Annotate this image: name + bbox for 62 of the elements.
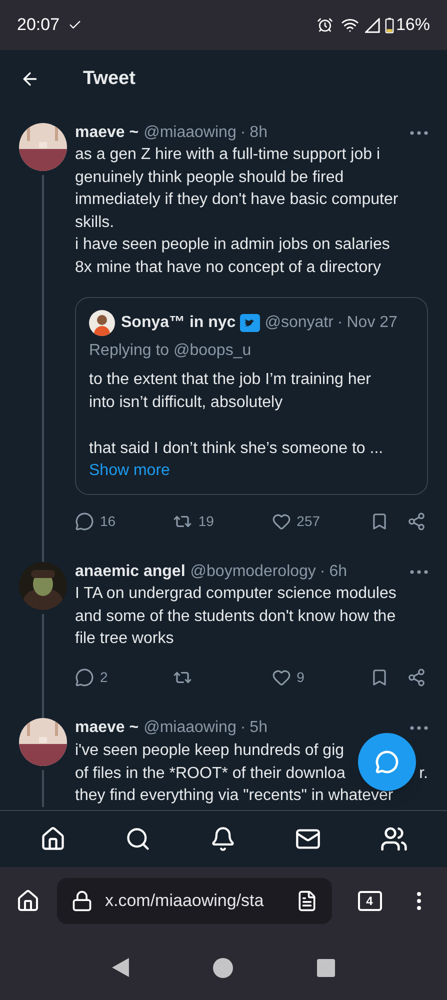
tweet-text-line: of files in the *ROOT* of their downloa — [75, 764, 346, 784]
share-icon[interactable] — [406, 512, 426, 531]
tweet-text-line: they find everything via "recents" in whatever — [75, 786, 394, 806]
bell-icon[interactable] — [210, 826, 236, 852]
display-name: Sonya™ in nyc — [121, 313, 236, 333]
tweet-text-line: i've seen people keep hundreds of gig — [75, 741, 344, 762]
recents-nav-button[interactable] — [317, 958, 335, 976]
signal-icon — [364, 18, 380, 32]
back-nav-icon[interactable] — [112, 958, 129, 977]
chat-bubble-icon — [375, 750, 399, 774]
more-icon[interactable] — [410, 726, 428, 730]
share-icon[interactable] — [406, 668, 426, 686]
timestamp: 6h — [329, 562, 348, 582]
more-icon[interactable] — [410, 570, 428, 574]
like-count: 257 — [296, 512, 320, 531]
url-text: x.com/miaaowing/sta — [105, 890, 264, 912]
tweet-text: as a gen Z hire with a full-time support job i genuinely think people should be fired immediately if they don't have basic computer skills. i have seen people in admin jobs on salaries 8x mine that have no concept of a directory — [75, 145, 400, 278]
timestamp: 5h — [250, 718, 268, 738]
separator-dot: · — [320, 562, 326, 582]
tweet-text-fragment: r. — [419, 764, 428, 784]
reply-icon[interactable] — [75, 668, 94, 686]
tweet-text: I TA on undergrad computer science modules and some of the students don't know how the file tree works — [75, 584, 398, 649]
retweet-count: 19 — [198, 512, 214, 531]
user-handle[interactable]: @boymoderology — [190, 561, 316, 583]
bird-badge-icon — [240, 313, 260, 333]
lock-icon — [71, 890, 93, 912]
battery-icon — [384, 16, 394, 34]
user-handle[interactable]: @miaaowing — [144, 716, 236, 738]
timestamp: 8h — [250, 123, 268, 143]
reply-count: 16 — [100, 512, 116, 531]
display-name[interactable]: maeve ~ — [75, 122, 139, 144]
reply-count: 2 — [100, 668, 108, 686]
battery-percent: 16% — [396, 14, 430, 36]
clock-time: 20:07 — [17, 14, 60, 36]
display-name[interactable]: anaemic angel — [75, 561, 186, 583]
quoted-tweet[interactable]: Sonya™ in nyc @sonyatr · Nov 27 Replying to @boops_u to the extent that the job I’m training her into isn’t difficult, absolutely that said I don’t think she’s someone to ... Show more — [75, 297, 428, 495]
home-nav-button[interactable] — [213, 958, 233, 978]
browser-home-icon[interactable] — [16, 889, 40, 913]
show-more-link[interactable]: Show more — [89, 460, 414, 482]
alarm-icon — [316, 17, 333, 33]
user-handle: @sonyatr — [264, 313, 334, 333]
heart-icon[interactable] — [272, 512, 291, 531]
heart-icon[interactable] — [272, 668, 291, 686]
wifi-icon — [340, 16, 359, 34]
like-count: 9 — [296, 668, 304, 686]
timestamp: Nov 27 — [346, 313, 398, 333]
home-icon[interactable] — [40, 826, 66, 852]
separator-dot: · — [337, 313, 343, 333]
page-title: Tweet — [83, 66, 136, 91]
user-handle[interactable]: @miaaowing — [144, 122, 236, 144]
tab-count-button[interactable]: 4 — [358, 891, 382, 911]
separator-dot: · — [240, 123, 246, 143]
display-name[interactable]: maeve ~ — [75, 716, 139, 738]
people-icon[interactable] — [380, 825, 408, 853]
separator-dot: · — [240, 718, 246, 738]
quote-text: to the extent that the job I’m training her into isn’t difficult, absolutely that said I don’t think she’s someone to ... — [89, 370, 384, 459]
url-field[interactable]: x.com/miaaowing/sta — [57, 878, 332, 924]
replying-to: Replying to @boops_u — [89, 341, 252, 361]
more-icon[interactable] — [410, 131, 428, 135]
reply-icon[interactable] — [75, 512, 94, 531]
reader-view-icon[interactable] — [296, 890, 318, 912]
search-icon[interactable] — [124, 826, 150, 852]
